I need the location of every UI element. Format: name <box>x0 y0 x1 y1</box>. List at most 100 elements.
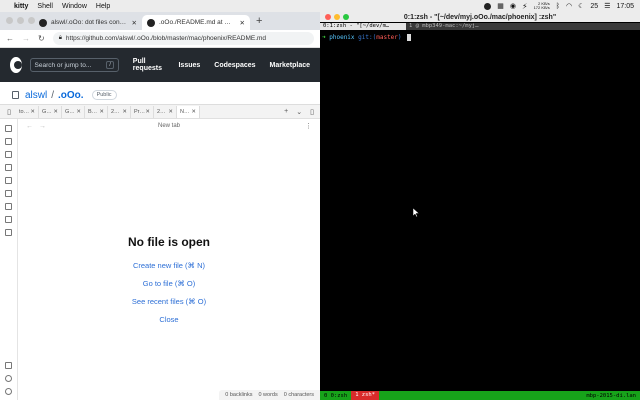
record-icon[interactable] <box>484 2 492 10</box>
close-tab-icon[interactable]: ✕ <box>240 19 245 27</box>
obsidian-window: ▯ to… ✕ G… ✕ G… ✕ B… ✕ 2… ✕ Pr… ✕ 2… ✕ N… ✕ + ⌄ … <box>0 104 320 400</box>
chrome-tab-label: alswl/.oOo: dot files configure <box>51 19 128 26</box>
tab-list-icon[interactable]: ⌄ <box>296 108 302 116</box>
note-icon[interactable] <box>5 138 12 145</box>
grid-icon[interactable]: ▦ <box>497 2 504 10</box>
obsidian-tab[interactable]: B… ✕ <box>85 105 108 118</box>
calendar-icon[interactable] <box>5 177 12 184</box>
sync-icon[interactable] <box>5 216 12 223</box>
terminal-titlebar: 0:1:zsh - "[~/dev/myj.oOo./mac/phoenix] … <box>320 12 640 22</box>
repo-icon <box>12 91 19 99</box>
go-to-file-link[interactable]: Go to file (⌘ O) <box>18 279 320 288</box>
obsidian-tab-label: 2… <box>157 108 166 115</box>
back-icon[interactable]: ← <box>6 34 14 43</box>
tmux-window-1[interactable]: 1 zsh* <box>351 391 380 400</box>
obsidian-tab-label: B… <box>88 108 98 115</box>
obsidian-tab-tools: + ⌄ ▯ <box>284 108 320 116</box>
templates-icon[interactable] <box>5 190 12 197</box>
lock-icon: 🔒︎ <box>58 35 62 41</box>
character-count: 0 characters <box>283 392 314 398</box>
tmux-status-bar: 0 0:zsh 1 zsh* mbp-2015-di.lan <box>320 391 640 400</box>
close-tab-icon[interactable]: ✕ <box>191 109 196 115</box>
kitty-terminal-window[interactable]: 0:1:zsh - "[~/dev/myj.oOo./mac/phoenix] … <box>320 12 640 400</box>
obsidian-tab[interactable]: 2… ✕ <box>154 105 177 118</box>
menu-app-kitty[interactable]: kitty <box>14 3 28 10</box>
address-url: https://github.com/alswl/.oOo./blob/mast… <box>65 35 267 42</box>
tmux-window-0[interactable]: 0 0:zsh <box>320 393 351 399</box>
word-count: 0 words <box>258 392 278 398</box>
control-center-icon[interactable]: ☰ <box>604 2 610 10</box>
close-tab-icon[interactable]: ✕ <box>99 109 104 115</box>
nav-issues[interactable]: Issues <box>178 62 200 69</box>
forward-icon[interactable]: → <box>22 34 30 43</box>
vault-icon[interactable] <box>5 362 12 369</box>
repo-separator: / <box>51 89 55 101</box>
nav-codespaces[interactable]: Codespaces <box>214 62 255 69</box>
new-tab-icon[interactable]: + <box>284 108 288 116</box>
see-recent-files-link[interactable]: See recent files (⌘ O) <box>18 297 320 306</box>
menu-help[interactable]: Help <box>96 3 110 10</box>
wifi-icon[interactable]: ◠ <box>566 2 572 10</box>
obsidian-tab[interactable]: Pr… ✕ <box>131 105 154 118</box>
search-placeholder: Search or jump to... <box>34 61 92 69</box>
close-tab-icon[interactable]: ✕ <box>30 109 35 115</box>
moon-icon[interactable]: ☾ <box>578 2 584 10</box>
repo-name-link[interactable]: .oOo. <box>58 90 84 101</box>
close-tab-icon[interactable]: ✕ <box>122 109 127 115</box>
network-stats: 2 KB/s 172 KB/s <box>534 2 550 10</box>
new-tab-button[interactable]: + <box>256 15 262 27</box>
repo-owner-link[interactable]: alswl <box>25 90 47 101</box>
github-search-input[interactable]: Search or jump to... / <box>29 58 119 72</box>
obsidian-tab[interactable]: 2… ✕ <box>108 105 131 118</box>
terminal-tab-active[interactable]: 0:1:zsh - "[~/dev/m… <box>320 22 406 30</box>
obsidian-tab-active[interactable]: N… ✕ <box>177 105 200 118</box>
close-tab-icon[interactable]: ✕ <box>76 109 81 115</box>
settings-gear-icon[interactable] <box>5 388 12 395</box>
graph-icon[interactable] <box>5 151 12 158</box>
lightning-icon[interactable]: ⚡ <box>522 2 528 11</box>
bluetooth-icon[interactable]: ᛒ <box>556 3 560 10</box>
close-tab-icon[interactable]: ✕ <box>53 109 58 115</box>
help-icon[interactable] <box>5 375 12 382</box>
focus-icon[interactable]: ◉ <box>510 2 516 10</box>
address-bar[interactable]: 🔒︎ https://github.com/alswl/.oOo./blob/m… <box>52 32 314 45</box>
reload-icon[interactable]: ↻ <box>38 34 45 43</box>
right-sidebar-toggle-icon[interactable]: ▯ <box>310 108 314 116</box>
close-tab-icon[interactable]: ✕ <box>145 109 150 115</box>
obsidian-tab[interactable]: G… ✕ <box>39 105 62 118</box>
create-new-file-link[interactable]: Create new file (⌘ N) <box>18 261 320 270</box>
obsidian-tab[interactable]: to… ✕ <box>16 105 39 118</box>
menu-window[interactable]: Window <box>62 3 87 10</box>
nav-marketplace[interactable]: Marketplace <box>270 62 310 69</box>
obsidian-tab[interactable]: G… ✕ <box>62 105 85 118</box>
prompt-branch: master <box>376 34 398 41</box>
close-tab-icon[interactable]: ✕ <box>132 19 137 27</box>
chrome-tab-dotfiles[interactable]: alswl/.oOo: dot files configure ✕ <box>34 15 142 30</box>
view-title: New tab <box>157 123 180 129</box>
close-window-button[interactable] <box>6 17 13 24</box>
nav-pull-requests[interactable]: Pull requests <box>133 58 165 72</box>
terminal-tab-other[interactable]: 1 @ mbp349-mac:~/myj… <box>406 22 640 30</box>
search-shortcut-key: / <box>106 61 114 69</box>
battery-level[interactable]: 25 <box>590 3 598 10</box>
close-tab-icon[interactable]: ✕ <box>168 109 173 115</box>
close-link[interactable]: Close <box>18 315 320 324</box>
command-palette-icon[interactable] <box>5 203 12 210</box>
zoom-window-button[interactable] <box>28 17 35 24</box>
tmux-hostname: mbp-2015-di.lan <box>586 392 636 399</box>
chrome-window: alswl/.oOo: dot files configure ✕ .oOo./… <box>0 12 320 400</box>
obsidian-tab-label: 2… <box>111 108 120 115</box>
empty-heading: No file is open <box>127 235 210 249</box>
menu-clock[interactable]: 17:05 <box>616 3 634 10</box>
sidebar-toggle-icon[interactable]: ▯ <box>2 108 16 116</box>
window-controls <box>6 17 35 24</box>
minimize-window-button[interactable] <box>17 17 24 24</box>
github-logo-icon[interactable] <box>10 57 22 73</box>
chrome-tab-readme[interactable]: .oOo./README.md at master ✕ <box>142 15 250 30</box>
shell-prompt[interactable]: ➜ phoenix git:(master) <box>320 30 640 45</box>
file-explorer-icon[interactable] <box>5 125 12 132</box>
terminal-title: 0:1:zsh - "[~/dev/myj.oOo./mac/phoenix] … <box>403 13 557 21</box>
menu-shell[interactable]: Shell <box>37 3 53 10</box>
outline-icon[interactable] <box>5 229 12 236</box>
canvas-icon[interactable] <box>5 164 12 171</box>
